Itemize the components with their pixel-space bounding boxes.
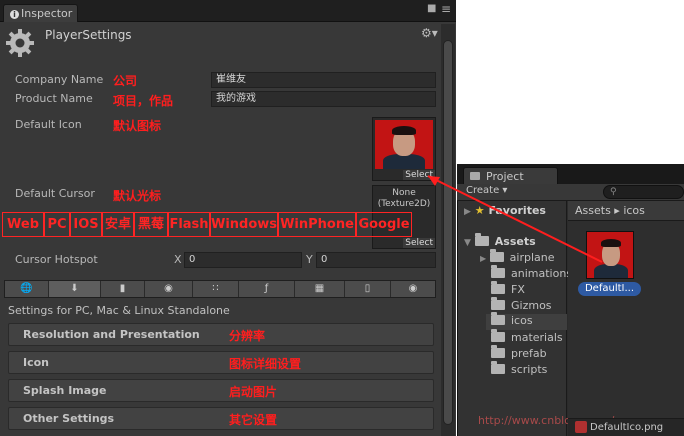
annotation-arrow <box>427 175 603 263</box>
